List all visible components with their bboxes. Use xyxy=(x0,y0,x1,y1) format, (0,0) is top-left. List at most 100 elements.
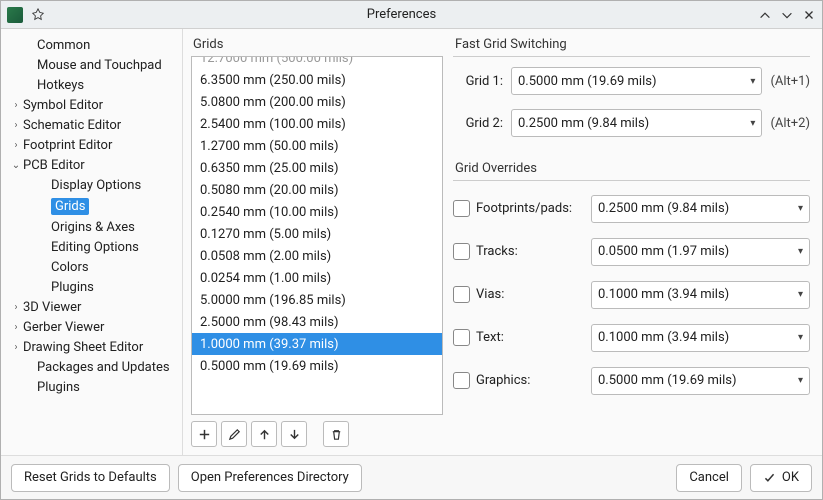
grid-list-item[interactable]: 5.0800 mm (200.00 mils) xyxy=(192,91,442,113)
tree-item[interactable]: Editing Options xyxy=(3,237,180,257)
bottom-bar: Reset Grids to Defaults Open Preferences… xyxy=(1,455,822,499)
cancel-button[interactable]: Cancel xyxy=(676,464,742,492)
grid-list-item[interactable]: 0.0254 mm (1.00 mils) xyxy=(192,267,442,289)
tree-item-label: Common xyxy=(37,38,90,53)
override-check-3[interactable]: Text: xyxy=(453,329,583,346)
tree-item[interactable]: Colors xyxy=(3,257,180,277)
tree-item[interactable]: ›Gerber Viewer xyxy=(3,317,180,337)
tree-item[interactable]: ›Schematic Editor xyxy=(3,115,180,135)
override-check-0[interactable]: Footprints/pads: xyxy=(453,200,583,217)
grid-list-item[interactable]: 2.5400 mm (100.00 mils) xyxy=(192,113,442,135)
override-combo-2[interactable]: 0.1000 mm (3.94 mils)▾ xyxy=(591,281,810,309)
chevron-down-icon: ▾ xyxy=(750,76,755,87)
grid-list-item[interactable]: 0.2540 mm (10.00 mils) xyxy=(192,201,442,223)
grid-list-item[interactable]: 0.0508 mm (2.00 mils) xyxy=(192,245,442,267)
grid-list-item[interactable]: 0.6350 mm (25.00 mils) xyxy=(192,157,442,179)
tree-item[interactable]: Grids xyxy=(3,195,180,217)
grids-toolbar xyxy=(191,415,443,447)
override-label: Graphics: xyxy=(476,373,530,388)
tree-item[interactable]: Origins & Axes xyxy=(3,217,180,237)
open-prefs-dir-button[interactable]: Open Preferences Directory xyxy=(178,464,362,492)
close-icon[interactable] xyxy=(802,8,816,22)
checkbox-icon[interactable] xyxy=(453,372,470,389)
nav-tree[interactable]: Common Mouse and Touchpad Hotkeys ›Symbol E… xyxy=(1,29,183,455)
override-value: 0.5000 mm (19.69 mils) xyxy=(598,373,798,388)
chevron-down-icon: ▾ xyxy=(798,203,803,214)
override-value: 0.1000 mm (3.94 mils) xyxy=(598,287,798,302)
chevron-right-icon: › xyxy=(9,120,23,131)
grid-list-item[interactable]: 1.2700 mm (50.00 mils) xyxy=(192,135,442,157)
grid-list-item[interactable]: 0.5080 mm (20.00 mils) xyxy=(192,179,442,201)
tree-item[interactable]: Hotkeys xyxy=(3,75,180,95)
tree-item-label: Origins & Axes xyxy=(51,220,135,235)
grid1-combo[interactable]: 0.5000 mm (19.69 mils) ▾ xyxy=(511,67,762,95)
tree-item[interactable]: Plugins xyxy=(3,377,180,397)
grid-list-item[interactable]: 12.7000 mm (500.00 mils) xyxy=(192,56,442,69)
grid2-combo[interactable]: 0.2500 mm (9.84 mils) ▾ xyxy=(511,109,762,137)
tree-item[interactable]: Display Options xyxy=(3,175,180,195)
tree-item[interactable]: ⌄PCB Editor xyxy=(3,155,180,175)
tree-item-label: Packages and Updates xyxy=(37,360,170,375)
app-icon xyxy=(7,7,23,23)
tree-item[interactable]: Plugins xyxy=(3,277,180,297)
tree-item[interactable]: ›Footprint Editor xyxy=(3,135,180,155)
move-up-button[interactable] xyxy=(251,421,277,447)
checkbox-icon[interactable] xyxy=(453,286,470,303)
fast-grid-heading: Fast Grid Switching xyxy=(453,37,810,57)
tree-item[interactable]: Mouse and Touchpad xyxy=(3,55,180,75)
checkbox-icon[interactable] xyxy=(453,200,470,217)
chevron-right-icon: › xyxy=(9,302,23,313)
tree-item-label: 3D Viewer xyxy=(23,300,81,315)
tree-item[interactable]: ›Symbol Editor xyxy=(3,95,180,115)
chevron-down-icon: ▾ xyxy=(798,246,803,257)
grid-list-item[interactable]: 0.1270 mm (5.00 mils) xyxy=(192,223,442,245)
chevron-right-icon: › xyxy=(9,322,23,333)
tree-item-label: Grids xyxy=(51,198,89,215)
pin-icon[interactable] xyxy=(31,8,45,22)
grids-heading: Grids xyxy=(191,37,443,57)
grid-list-item[interactable]: 5.0000 mm (196.85 mils) xyxy=(192,289,442,311)
grid1-hint: (Alt+1) xyxy=(770,74,810,89)
grid-list-item[interactable]: 0.5000 mm (19.69 mils) xyxy=(192,355,442,377)
grid2-value: 0.2500 mm (9.84 mils) xyxy=(518,116,750,131)
override-check-1[interactable]: Tracks: xyxy=(453,243,583,260)
tree-item-label: Plugins xyxy=(37,380,80,395)
minimize-icon[interactable] xyxy=(758,8,772,22)
maximize-icon[interactable] xyxy=(780,8,794,22)
tree-item[interactable]: ›3D Viewer xyxy=(3,297,180,317)
override-label: Text: xyxy=(476,330,504,345)
checkbox-icon[interactable] xyxy=(453,329,470,346)
delete-button[interactable] xyxy=(323,421,349,447)
grid-list-item[interactable]: 2.5000 mm (98.43 mils) xyxy=(192,311,442,333)
checkbox-icon[interactable] xyxy=(453,243,470,260)
tree-item-label: Hotkeys xyxy=(37,78,84,93)
add-button[interactable] xyxy=(191,421,217,447)
override-check-2[interactable]: Vias: xyxy=(453,286,583,303)
override-check-4[interactable]: Graphics: xyxy=(453,372,583,389)
override-value: 0.1000 mm (3.94 mils) xyxy=(598,330,798,345)
grid-list-item[interactable]: 1.0000 mm (39.37 mils) xyxy=(192,333,442,355)
tree-item[interactable]: Packages and Updates xyxy=(3,357,180,377)
grid-list-item[interactable]: 6.3500 mm (250.00 mils) xyxy=(192,69,442,91)
override-row: Graphics: 0.5000 mm (19.69 mils)▾ xyxy=(453,359,810,402)
tree-item-label: Plugins xyxy=(51,280,94,295)
move-down-button[interactable] xyxy=(281,421,307,447)
chevron-right-icon: › xyxy=(9,100,23,111)
chevron-right-icon: › xyxy=(9,342,23,353)
grids-list[interactable]: 12.7000 mm (500.00 mils)6.3500 mm (250.0… xyxy=(191,56,443,415)
edit-button[interactable] xyxy=(221,421,247,447)
tree-item[interactable]: Common xyxy=(3,35,180,55)
override-row: Vias: 0.1000 mm (3.94 mils)▾ xyxy=(453,273,810,316)
override-label: Vias: xyxy=(476,287,504,302)
override-value: 0.0500 mm (1.97 mils) xyxy=(598,244,798,259)
ok-button[interactable]: OK xyxy=(750,464,812,492)
override-combo-1[interactable]: 0.0500 mm (1.97 mils)▾ xyxy=(591,238,810,266)
grid2-label: Grid 2: xyxy=(453,116,503,131)
override-row: Footprints/pads: 0.2500 mm (9.84 mils)▾ xyxy=(453,187,810,230)
tree-item-label: Editing Options xyxy=(51,240,139,255)
tree-item[interactable]: ›Drawing Sheet Editor xyxy=(3,337,180,357)
override-combo-4[interactable]: 0.5000 mm (19.69 mils)▾ xyxy=(591,367,810,395)
override-combo-0[interactable]: 0.2500 mm (9.84 mils)▾ xyxy=(591,195,810,223)
override-combo-3[interactable]: 0.1000 mm (3.94 mils)▾ xyxy=(591,324,810,352)
reset-grids-button[interactable]: Reset Grids to Defaults xyxy=(11,464,170,492)
